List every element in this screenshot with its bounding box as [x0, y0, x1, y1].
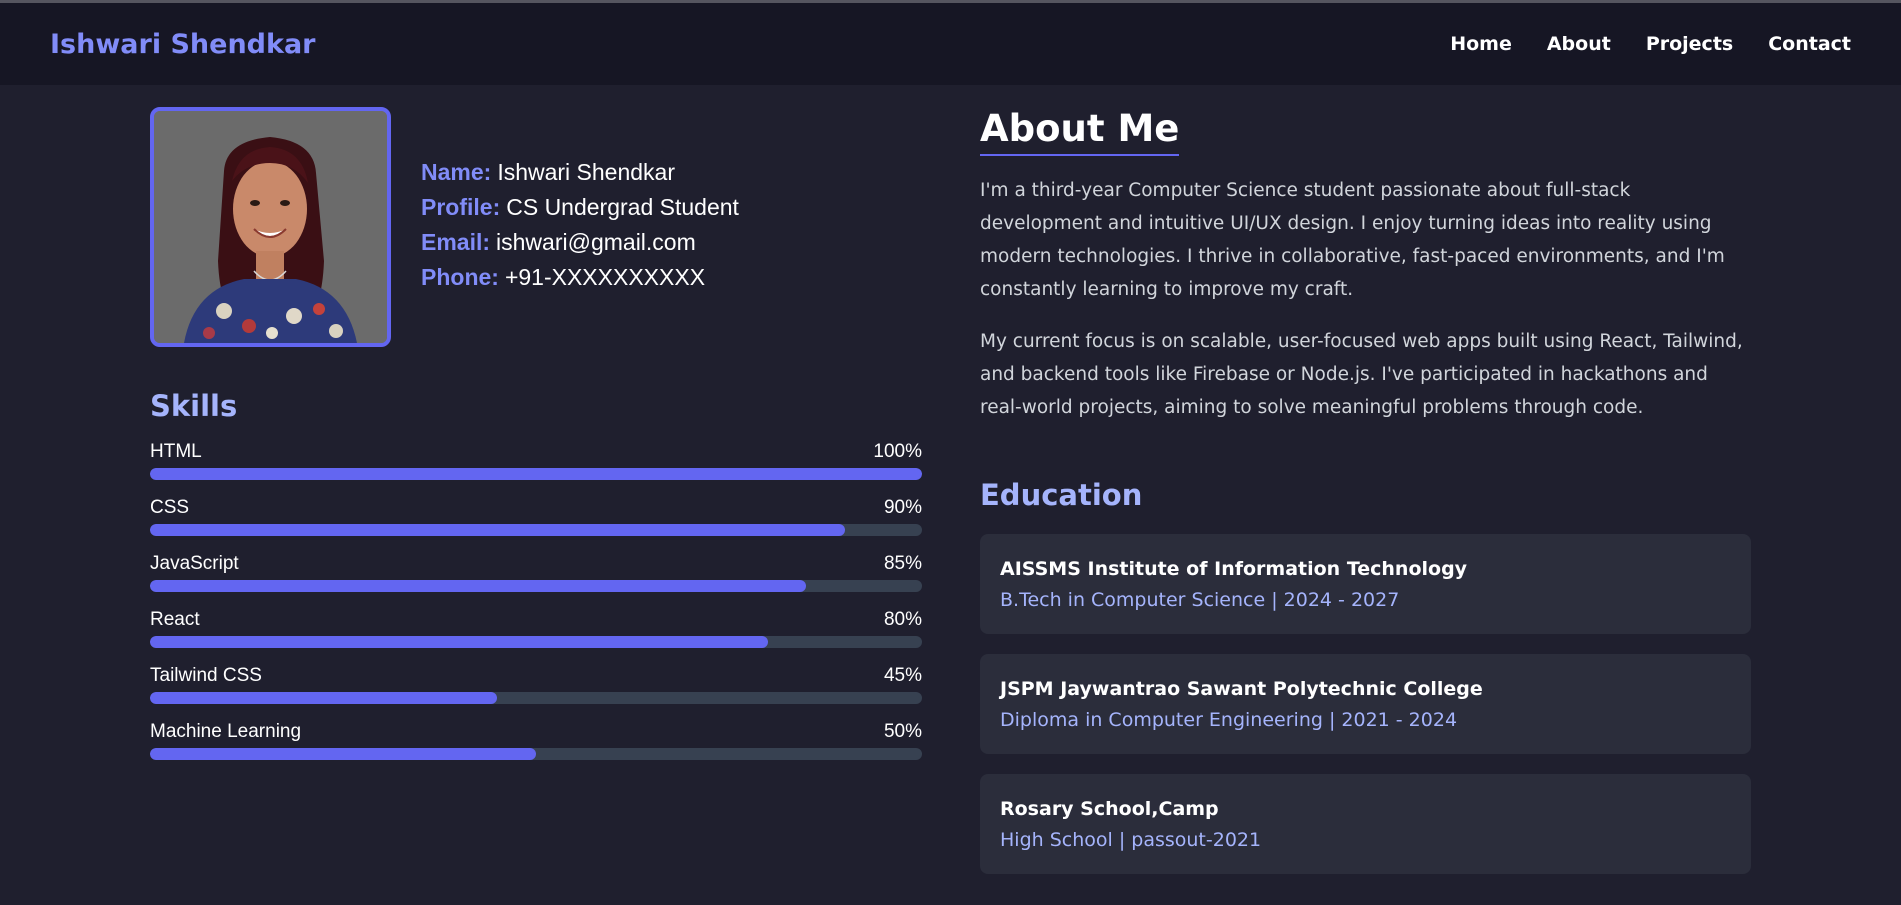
skill-percent: 50% [883, 721, 922, 742]
about-paragraph: I'm a third-year Computer Science studen… [980, 180, 1725, 300]
nav-link-about[interactable]: About [1547, 33, 1611, 55]
skill-percent: 90% [883, 497, 922, 518]
education-detail: B.Tech in Computer Science | 2024 - 2027 [1000, 589, 1400, 611]
profile-info: Name: Ishwari Shendkar Profile: CS Undergr… [421, 155, 739, 295]
profile-photo-illustration [154, 111, 387, 343]
skill-progress-fill [150, 580, 807, 592]
education-heading: Education [980, 478, 1143, 512]
education-detail: Diploma in Computer Engineering | 2021 -… [1000, 709, 1458, 731]
skill-item: Machine Learning 50% [150, 721, 922, 760]
skill-item: Tailwind CSS 45% [150, 665, 922, 704]
phone-value: +91-XXXXXXXXXX [504, 264, 706, 290]
name-value: Ishwari Shendkar [497, 159, 676, 185]
right-column: About Me I'm a third-year Computer Scien… [980, 107, 1751, 894]
skill-name: React [150, 609, 200, 630]
skill-name: Machine Learning [150, 721, 302, 742]
skill-progress-fill [150, 748, 536, 760]
skill-name: Tailwind CSS [150, 665, 262, 686]
profile-phone-line: Phone: +91-XXXXXXXXXX [421, 260, 739, 295]
skill-progress-track [150, 468, 922, 480]
skill-progress-track [150, 636, 922, 648]
skill-progress-track [150, 524, 922, 536]
skill-percent: 100% [873, 441, 922, 462]
name-label: Name: [421, 159, 492, 185]
left-column: Name: Ishwari Shendkar Profile: CS Undergr… [150, 107, 922, 777]
skill-progress-fill [150, 524, 845, 536]
education-school: JSPM Jaywantrao Sawant Polytechnic Colle… [1000, 678, 1483, 700]
skills-heading: Skills [150, 389, 238, 423]
nav-links: Home About Projects Contact [1450, 33, 1851, 55]
skill-item: HTML 100% [150, 441, 922, 480]
email-label: Email: [421, 229, 491, 255]
navbar: Ishwari Shendkar Home About Projects Con… [0, 3, 1901, 85]
nav-link-home[interactable]: Home [1450, 33, 1512, 55]
skill-name: HTML [150, 441, 202, 462]
skill-progress-fill [150, 468, 922, 480]
skill-progress-fill [150, 636, 768, 648]
profile-value: CS Undergrad Student [506, 194, 739, 220]
profile-role-line: Profile: CS Undergrad Student [421, 190, 739, 225]
skill-progress-fill [150, 692, 498, 704]
about-heading: About Me [980, 107, 1180, 156]
skill-item: React 80% [150, 609, 922, 648]
skill-percent: 85% [883, 553, 922, 574]
education-detail: High School | passout-2021 [1000, 829, 1262, 851]
education-card: AISSMS Institute of Information Technolo… [980, 534, 1751, 634]
skill-percent: 80% [883, 609, 922, 630]
skill-item: CSS 90% [150, 497, 922, 536]
skill-percent: 45% [883, 665, 922, 686]
nav-link-contact[interactable]: Contact [1768, 33, 1851, 55]
education-card: JSPM Jaywantrao Sawant Polytechnic Colle… [980, 654, 1751, 754]
skill-item: JavaScript 85% [150, 553, 922, 592]
main-content: Name: Ishwari Shendkar Profile: CS Undergr… [0, 85, 1901, 905]
profile-label: Profile: [421, 194, 501, 220]
education-school: Rosary School,Camp [1000, 798, 1219, 820]
profile-email-line: Email: ishwari@gmail.com [421, 225, 739, 260]
profile-card: Name: Ishwari Shendkar Profile: CS Undergr… [150, 107, 922, 347]
skill-progress-track [150, 692, 922, 704]
profile-name-line: Name: Ishwari Shendkar [421, 155, 739, 190]
skill-progress-track [150, 748, 922, 760]
education-card: Rosary School,Camp High School | passout… [980, 774, 1751, 874]
education-school: AISSMS Institute of Information Technolo… [1000, 558, 1468, 580]
email-value: ishwari@gmail.com [496, 229, 696, 255]
profile-photo [150, 107, 391, 347]
brand-logo-text[interactable]: Ishwari Shendkar [50, 29, 316, 60]
phone-label: Phone: [421, 264, 499, 290]
skill-progress-track [150, 580, 922, 592]
skill-name: CSS [150, 497, 190, 518]
skill-name: JavaScript [150, 553, 239, 574]
about-paragraph: My current focus is on scalable, user-fo… [980, 331, 1743, 418]
skills-list: HTML 100% CSS 90% JavaScript 85% React 8… [150, 441, 922, 760]
nav-link-projects[interactable]: Projects [1646, 33, 1733, 55]
education-list: AISSMS Institute of Information Technolo… [980, 534, 1751, 874]
